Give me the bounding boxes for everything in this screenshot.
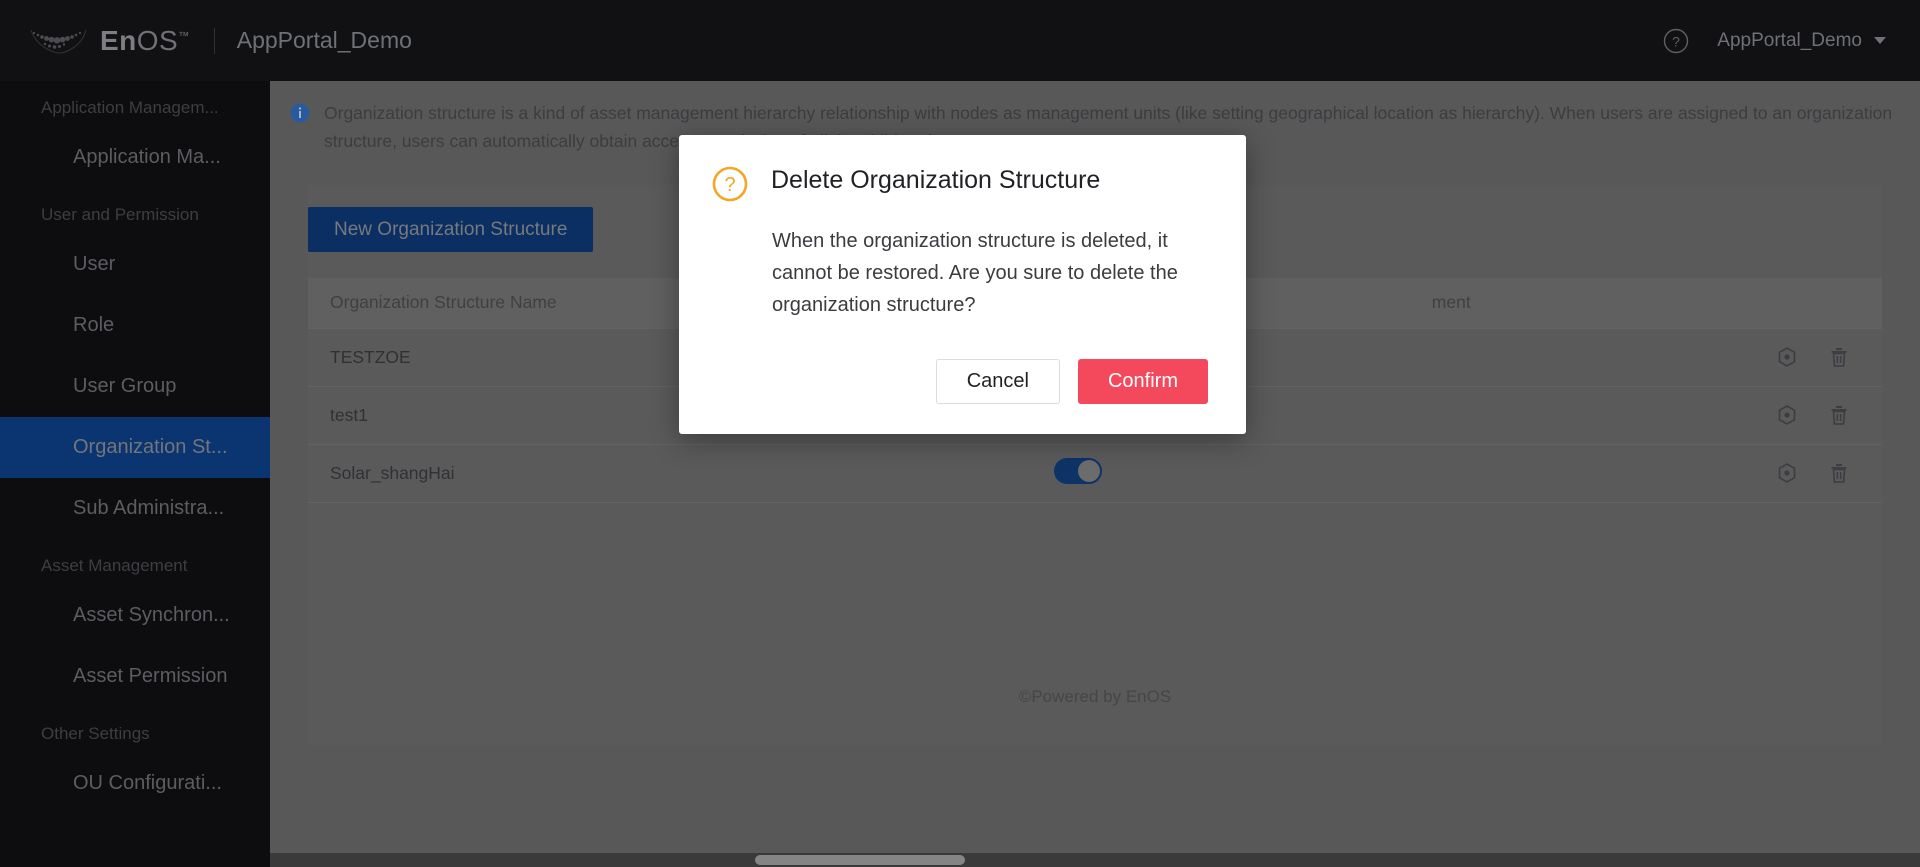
svg-text:?: ?	[724, 174, 735, 196]
dialog-title: Delete Organization Structure	[771, 163, 1100, 197]
dialog-message: When the organization structure is delet…	[772, 225, 1202, 321]
app-root: EnOS™ AppPortal_Demo ? AppPortal_Demo Ap…	[0, 0, 1920, 867]
delete-organization-structure-dialog: ? Delete Organization Structure When the…	[679, 135, 1246, 434]
dialog-header: ? Delete Organization Structure	[711, 163, 1208, 203]
cancel-button[interactable]: Cancel	[936, 359, 1060, 404]
dialog-actions: Cancel Confirm	[711, 359, 1208, 404]
confirm-button[interactable]: Confirm	[1078, 359, 1208, 404]
question-circle-warning-icon: ?	[711, 165, 749, 203]
